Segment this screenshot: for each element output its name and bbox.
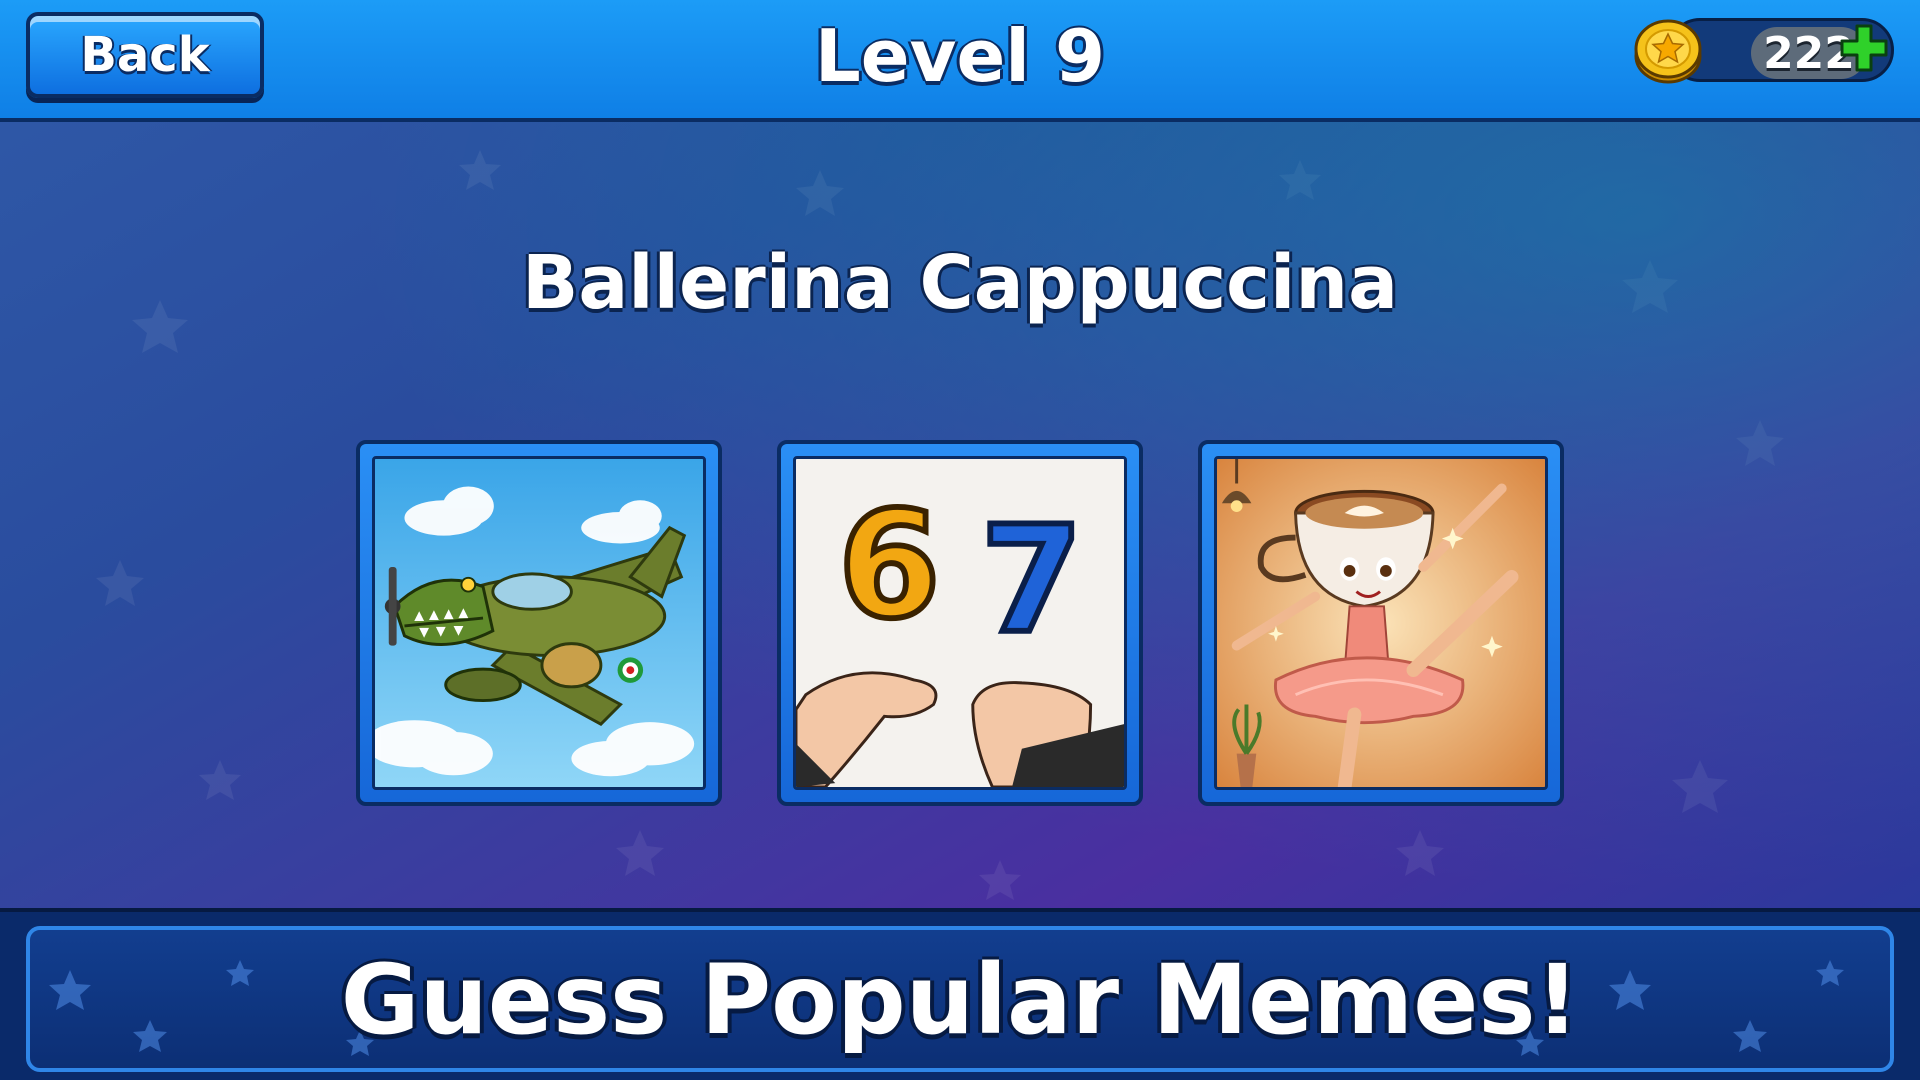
choice-card-ballerina[interactable] xyxy=(1198,440,1564,806)
digit-six: 6 xyxy=(838,479,941,651)
game-screen: Back Level 9 222 Ballerina Cappuccina 6 … xyxy=(0,0,1920,1080)
bottom-bar: Guess Popular Memes! xyxy=(0,908,1920,1080)
top-bar: Back Level 9 222 xyxy=(0,0,1920,122)
star-coin-icon xyxy=(1634,19,1702,84)
crocodile-plane-image xyxy=(372,456,706,790)
title-banner: Guess Popular Memes! xyxy=(26,926,1894,1072)
plus-icon[interactable] xyxy=(1836,20,1892,76)
ballerina-cappuccina-image xyxy=(1214,456,1548,790)
choice-card-crocodile-plane[interactable] xyxy=(356,440,722,806)
coin-counter: 222 xyxy=(1632,16,1894,84)
banner-title: Guess Popular Memes! xyxy=(340,944,1580,1056)
digit-seven: 7 xyxy=(980,494,1083,666)
choice-card-six-seven[interactable]: 6 7 xyxy=(777,440,1143,806)
six-seven-image: 6 7 xyxy=(793,456,1127,790)
choice-grid: 6 7 xyxy=(356,440,1564,806)
question-text: Ballerina Cappuccina xyxy=(521,240,1399,326)
